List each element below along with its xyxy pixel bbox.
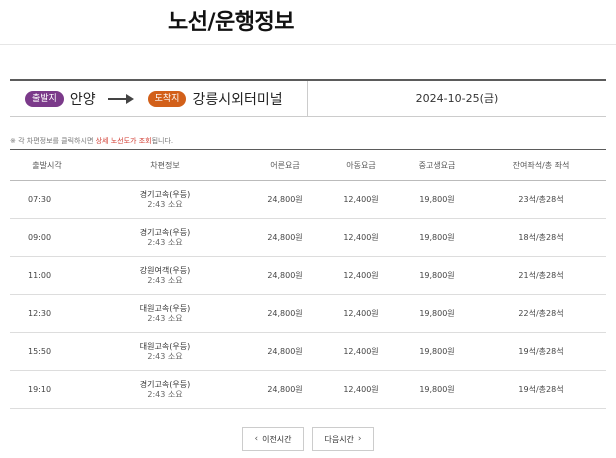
next-time-label: 다음시간 bbox=[324, 434, 354, 444]
route-summary: 출발지 안양 도착지 강릉시외터미널 2024-10-25(금) bbox=[10, 79, 606, 117]
notice-highlight: 상세 노선도가 조회 bbox=[95, 137, 152, 145]
prev-time-label: 이전시간 bbox=[262, 434, 292, 444]
trip-duration: 2:43 소요 bbox=[147, 351, 183, 361]
page-title: 노선/운행정보 bbox=[168, 10, 294, 35]
seat-availability: 23석/총28석 bbox=[518, 195, 564, 204]
next-time-button[interactable]: 다음시간 › bbox=[312, 427, 374, 451]
notice-prefix: ※ 각 차편정보를 클릭하시면 bbox=[10, 137, 96, 145]
bus-info: 강원여객(우등) 2:43 소요 bbox=[84, 257, 246, 295]
table-row[interactable]: 19:10 경기고속(우등) 2:43 소요 24,800원 12,400원 19… bbox=[10, 371, 606, 409]
prev-time-button[interactable]: ‹ 이전시간 bbox=[242, 427, 304, 451]
seat-availability: 18석/총28석 bbox=[518, 233, 564, 242]
table-row[interactable]: 15:50 대원고속(우등) 2:43 소요 24,800원 12,400원 19… bbox=[10, 333, 606, 371]
notice-suffix: 됩니다. bbox=[151, 137, 174, 145]
bus-info: 대원고속(우등) 2:43 소요 bbox=[84, 295, 246, 333]
seat-availability: 19석/총28석 bbox=[518, 347, 564, 356]
arrow-right-icon bbox=[107, 93, 134, 105]
trip-duration: 2:43 소요 bbox=[147, 237, 183, 247]
bus-company: 대원고속(우등) bbox=[139, 341, 191, 351]
bus-info: 경기고속(우등) 2:43 소요 bbox=[84, 181, 246, 219]
departure-badge: 출발지 bbox=[25, 91, 64, 107]
title-divider bbox=[0, 44, 616, 45]
travel-date: 2024-10-25(금) bbox=[415, 92, 499, 105]
child-fare: 12,400원 bbox=[343, 271, 379, 280]
table-row[interactable]: 09:00 경기고속(우등) 2:43 소요 24,800원 12,400원 19… bbox=[10, 219, 606, 257]
child-fare: 12,400원 bbox=[343, 309, 379, 318]
table-row[interactable]: 07:30 경기고속(우등) 2:43 소요 24,800원 12,400원 19… bbox=[10, 181, 606, 219]
seat-availability: 22석/총28석 bbox=[518, 309, 564, 318]
table-row[interactable]: 11:00 강원여객(우등) 2:43 소요 24,800원 12,400원 19… bbox=[10, 257, 606, 295]
header-bus-info: 차편정보 bbox=[150, 160, 180, 170]
child-fare: 12,400원 bbox=[343, 195, 379, 204]
bus-company: 경기고속(우등) bbox=[139, 189, 191, 199]
student-fare: 19,800원 bbox=[419, 309, 455, 318]
trip-duration: 2:43 소요 bbox=[147, 199, 183, 209]
schedule-table-wrapper: 출발시각 차편정보 어른요금 아동요금 중고생요금 잔여좌석/총 좌석 07:3… bbox=[10, 149, 606, 409]
schedule-table: 출발시각 차편정보 어른요금 아동요금 중고생요금 잔여좌석/총 좌석 07:3… bbox=[10, 149, 606, 409]
adult-fare: 24,800원 bbox=[267, 385, 303, 394]
adult-fare: 24,800원 bbox=[267, 195, 303, 204]
departure-time: 15:50 bbox=[28, 347, 52, 356]
bus-info: 경기고속(우등) 2:43 소요 bbox=[84, 219, 246, 257]
bus-info: 대원고속(우등) 2:43 소요 bbox=[84, 333, 246, 371]
adult-fare: 24,800원 bbox=[267, 271, 303, 280]
trip-duration: 2:43 소요 bbox=[147, 389, 183, 399]
departure-time: 07:30 bbox=[28, 195, 52, 204]
child-fare: 12,400원 bbox=[343, 347, 379, 356]
route-notice: ※ 각 차편정보를 클릭하시면 상세 노선도가 조회됩니다. bbox=[10, 136, 173, 146]
header-seats: 잔여좌석/총 좌석 bbox=[512, 160, 570, 170]
child-fare: 12,400원 bbox=[343, 233, 379, 242]
departure-time: 11:00 bbox=[28, 271, 52, 280]
adult-fare: 24,800원 bbox=[267, 347, 303, 356]
departure-time: 09:00 bbox=[28, 233, 52, 242]
time-pagination: ‹ 이전시간 다음시간 › bbox=[0, 427, 616, 451]
chevron-left-icon: ‹ bbox=[254, 434, 259, 444]
header-departure-time: 출발시각 bbox=[32, 160, 62, 170]
bus-company: 강원여객(우등) bbox=[139, 265, 191, 275]
chevron-right-icon: › bbox=[357, 434, 362, 444]
bus-info: 경기고속(우등) 2:43 소요 bbox=[84, 371, 246, 409]
arrival-city: 강릉시외터미널 bbox=[192, 92, 283, 108]
header-child-fare: 아동요금 bbox=[346, 160, 376, 170]
seat-availability: 19석/총28석 bbox=[518, 385, 564, 394]
arrival-badge: 도착지 bbox=[147, 91, 187, 107]
child-fare: 12,400원 bbox=[343, 385, 379, 394]
student-fare: 19,800원 bbox=[419, 195, 455, 204]
departure-time: 19:10 bbox=[28, 385, 52, 394]
header-student-fare: 중고생요금 bbox=[418, 160, 456, 170]
student-fare: 19,800원 bbox=[419, 347, 455, 356]
seat-availability: 21석/총28석 bbox=[518, 271, 564, 280]
table-header-row: 출발시각 차편정보 어른요금 아동요금 중고생요금 잔여좌석/총 좌석 bbox=[10, 149, 606, 181]
student-fare: 19,800원 bbox=[419, 271, 455, 280]
departure-time: 12:30 bbox=[28, 309, 52, 318]
trip-duration: 2:43 소요 bbox=[147, 313, 183, 323]
student-fare: 19,800원 bbox=[419, 385, 455, 394]
header-adult-fare: 어른요금 bbox=[270, 160, 300, 170]
bus-company: 경기고속(우등) bbox=[139, 379, 191, 389]
departure-city: 안양 bbox=[69, 92, 96, 108]
route-endpoints: 출발지 안양 도착지 강릉시외터미널 bbox=[10, 81, 308, 117]
table-row[interactable]: 12:30 대원고속(우등) 2:43 소요 24,800원 12,400원 19… bbox=[10, 295, 606, 333]
adult-fare: 24,800원 bbox=[267, 309, 303, 318]
adult-fare: 24,800원 bbox=[267, 233, 303, 242]
bus-company: 대원고속(우등) bbox=[139, 303, 191, 313]
student-fare: 19,800원 bbox=[419, 233, 455, 242]
trip-duration: 2:43 소요 bbox=[147, 275, 183, 285]
bus-company: 경기고속(우등) bbox=[139, 227, 191, 237]
